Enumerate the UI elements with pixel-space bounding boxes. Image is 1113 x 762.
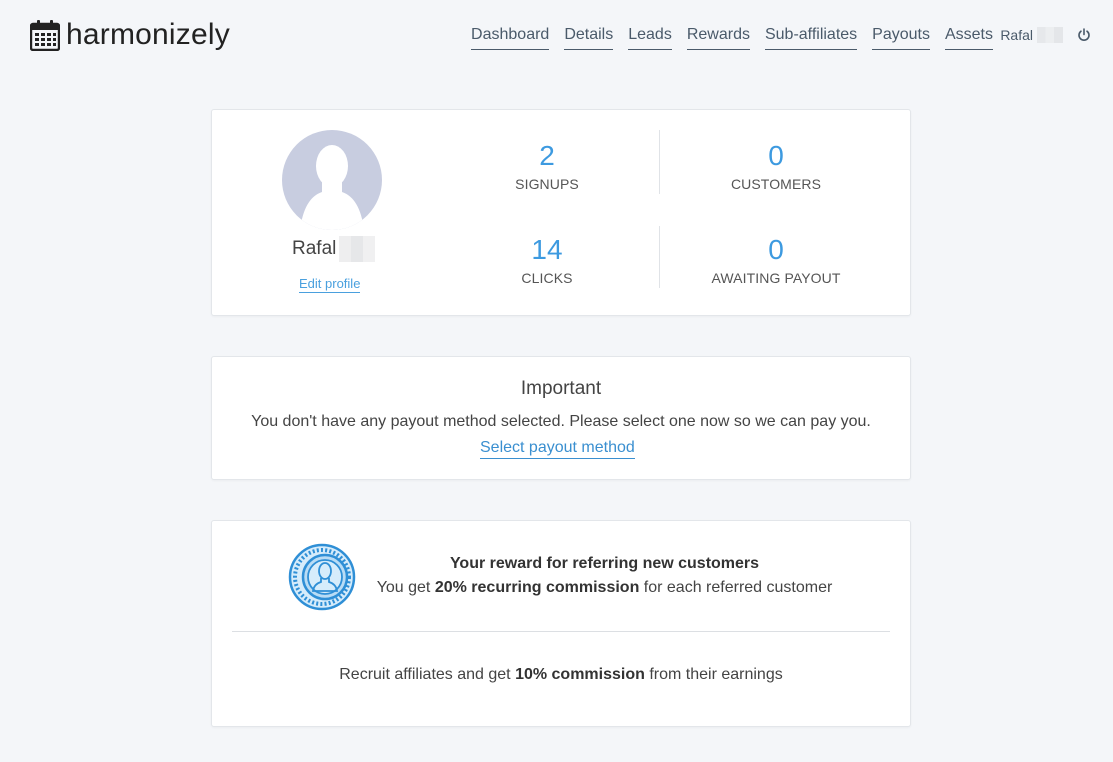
reward-suffix: for each referred customer bbox=[639, 579, 833, 596]
divider bbox=[659, 130, 660, 194]
avatar bbox=[282, 130, 382, 230]
sub-affiliate-reward: Recruit affiliates and get 10% commissio… bbox=[212, 666, 910, 684]
select-payout-method-link[interactable]: Select payout method bbox=[480, 437, 635, 459]
nav-leads[interactable]: Leads bbox=[628, 24, 672, 50]
nav-sub-affiliates[interactable]: Sub-affiliates bbox=[764, 24, 858, 50]
user-menu: Rafal bbox=[1000, 27, 1091, 43]
stat-customers: 0 CUSTOMERS bbox=[676, 140, 876, 192]
clicks-value: 14 bbox=[531, 234, 563, 265]
nav-assets[interactable]: Assets bbox=[944, 24, 993, 50]
awaiting-payout-value: 0 bbox=[768, 234, 784, 265]
reward-card: Your reward for referring new customers … bbox=[211, 520, 911, 727]
app-name: harmonizely bbox=[66, 18, 230, 51]
sub-reward-suffix: from their earnings bbox=[644, 666, 783, 683]
customers-value: 0 bbox=[768, 140, 784, 171]
awaiting-payout-label: AWAITING PAYOUT bbox=[711, 270, 841, 286]
user-silhouette-icon bbox=[300, 145, 364, 230]
redacted-surname bbox=[339, 236, 376, 262]
calendar-icon bbox=[30, 20, 60, 51]
coin-icon bbox=[288, 543, 356, 611]
power-icon[interactable] bbox=[1077, 28, 1091, 42]
reward-title: Your reward for referring new customers bbox=[449, 555, 760, 572]
sub-reward-commission: 10% commission bbox=[515, 666, 645, 683]
clicks-label: CLICKS bbox=[521, 270, 573, 286]
reward-commission: 20% recurring commission bbox=[434, 579, 640, 596]
redacted-surname bbox=[1037, 27, 1063, 43]
signups-value: 2 bbox=[539, 140, 555, 171]
notice-title: Important bbox=[520, 378, 602, 399]
notice-message: You don't have any payout method selecte… bbox=[251, 413, 871, 430]
customers-label: CUSTOMERS bbox=[730, 176, 822, 192]
important-notice-card: Important You don't have any payout meth… bbox=[211, 356, 911, 480]
reward-description: You get 20% recurring commission for eac… bbox=[362, 579, 847, 597]
user-name: Rafal bbox=[1000, 27, 1033, 43]
nav-details[interactable]: Details bbox=[564, 24, 614, 50]
sub-reward-prefix: Recruit affiliates and get bbox=[339, 666, 516, 683]
stat-awaiting-payout: 0 AWAITING PAYOUT bbox=[676, 234, 876, 286]
stat-signups: 2 SIGNUPS bbox=[447, 140, 647, 192]
profile-stats-card: Rafal Edit profile 2 SIGNUPS 0 CUSTOMERS… bbox=[211, 109, 911, 316]
signups-label: SIGNUPS bbox=[515, 176, 579, 192]
nav-rewards[interactable]: Rewards bbox=[686, 24, 750, 50]
reward-prefix: You get bbox=[376, 579, 435, 596]
profile-first-name: Rafal bbox=[292, 238, 337, 259]
stat-clicks: 14 CLICKS bbox=[447, 234, 647, 286]
edit-profile-link[interactable]: Edit profile bbox=[299, 276, 361, 293]
divider bbox=[659, 226, 660, 288]
main-nav: Dashboard Details Leads Rewards Sub-affi… bbox=[471, 24, 993, 50]
app-logo[interactable]: harmonizely bbox=[30, 18, 230, 52]
profile-name: Rafal bbox=[292, 236, 376, 262]
divider bbox=[232, 631, 890, 632]
top-header: harmonizely Dashboard Details Leads Rewa… bbox=[0, 0, 1113, 75]
nav-dashboard[interactable]: Dashboard bbox=[471, 24, 550, 50]
nav-payouts[interactable]: Payouts bbox=[872, 24, 930, 50]
